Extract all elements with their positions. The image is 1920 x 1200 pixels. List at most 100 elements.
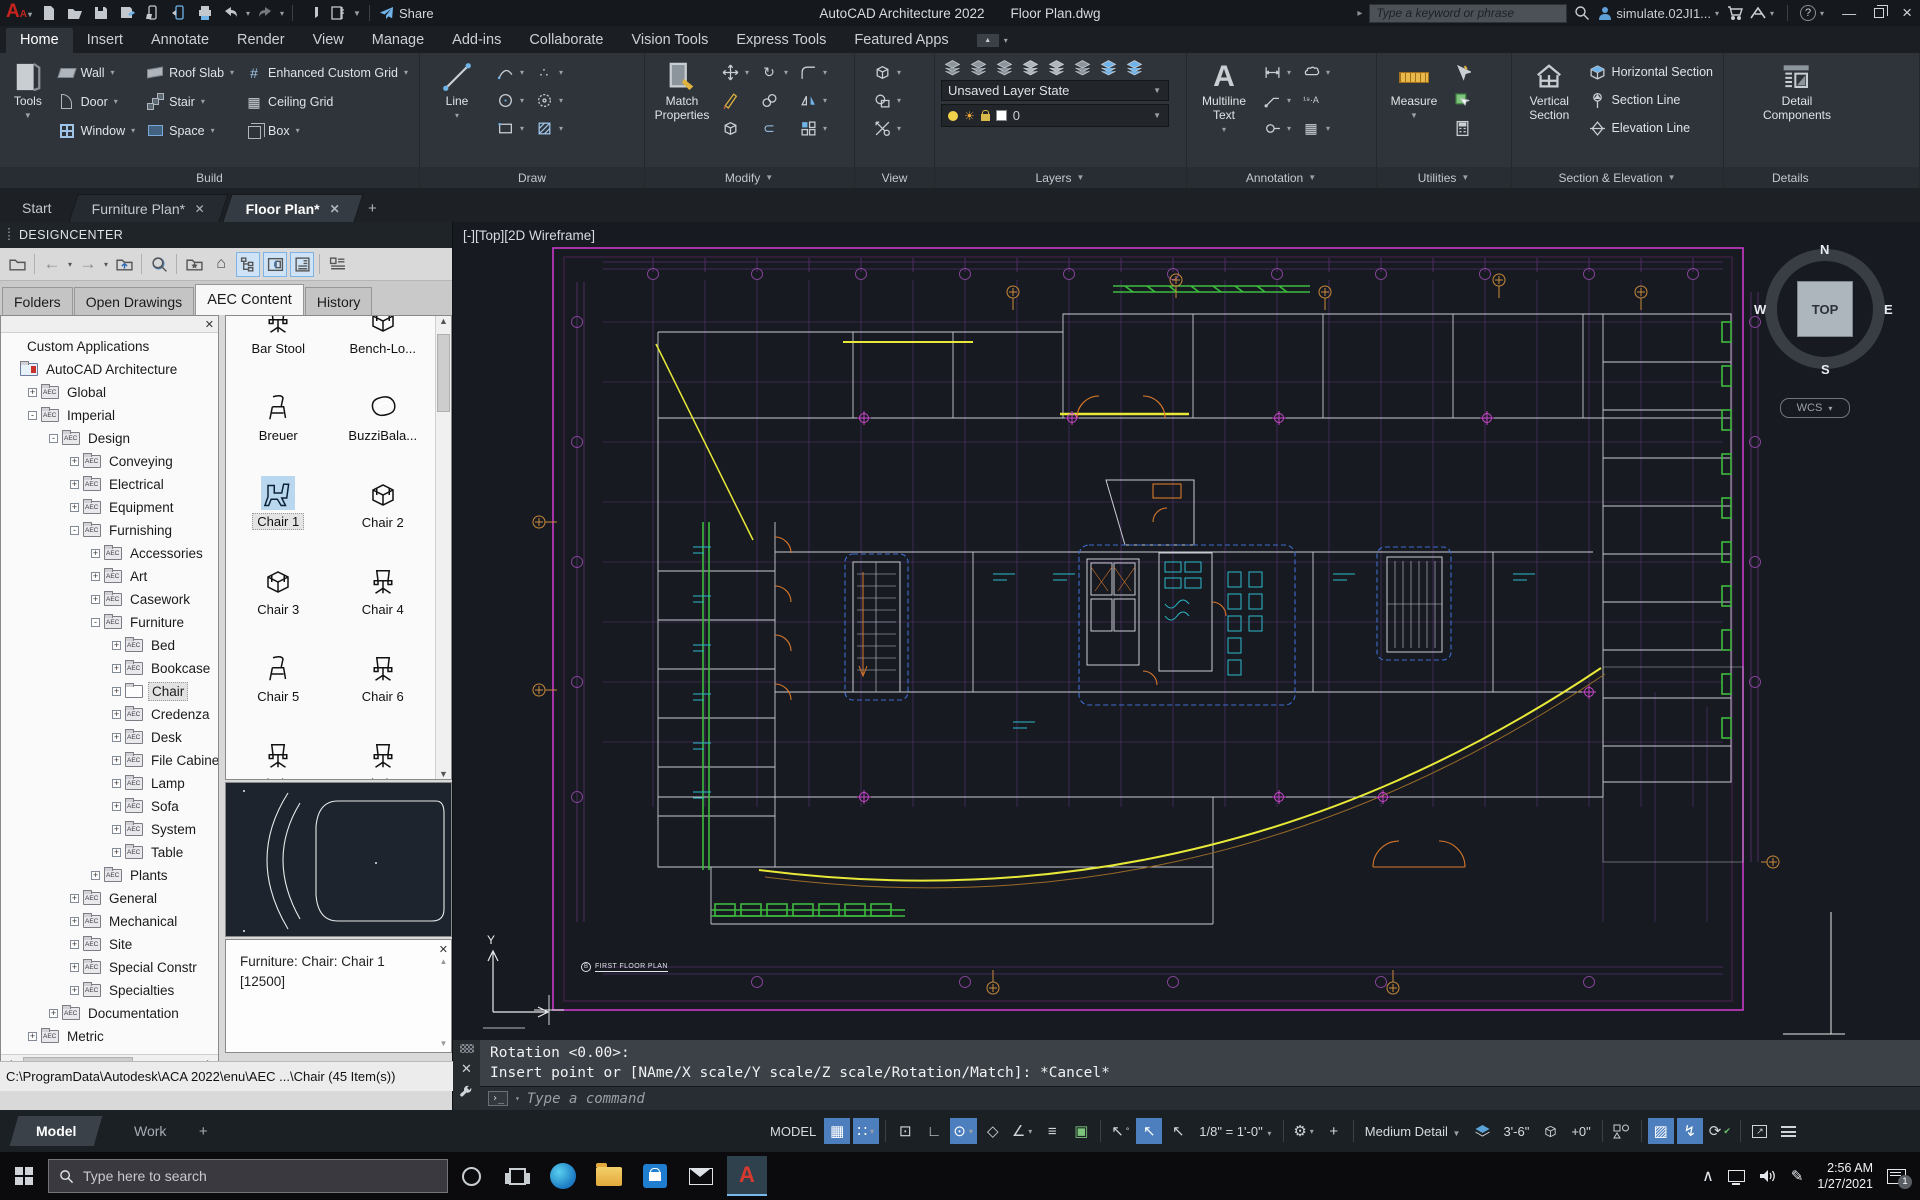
annotation-scale-button[interactable]: 1/8" = 1'-0" ▾: [1194, 1124, 1277, 1139]
tree-item-special-constr[interactable]: +Special Constr: [1, 956, 218, 979]
array-button[interactable]: ▾: [795, 119, 832, 137]
new-layout-button[interactable]: +: [199, 1123, 208, 1140]
content-item-breuer[interactable]: Breuer: [226, 360, 331, 447]
named-views-button[interactable]: ▾: [869, 119, 906, 137]
tree-item-casework[interactable]: +Casework: [1, 588, 218, 611]
tree-item-chair[interactable]: +Chair: [1, 680, 218, 703]
back-dropdown[interactable]: ▾: [67, 260, 73, 269]
customization-gear-button[interactable]: ⚙▾: [1290, 1118, 1317, 1144]
clean-screen-button[interactable]: ↗: [1747, 1118, 1773, 1144]
tree-expander-icon[interactable]: +: [91, 549, 100, 558]
detail-components-button[interactable]: Detail Components: [1752, 58, 1842, 123]
panel-label-layers[interactable]: Layers▼: [935, 167, 1186, 188]
cortana-button[interactable]: [448, 1152, 494, 1200]
osnap-toggle[interactable]: ↖: [1136, 1118, 1162, 1144]
tree-expander-icon[interactable]: +: [112, 710, 121, 719]
polar-tracking-toggle[interactable]: ⊙▾: [950, 1118, 977, 1144]
layer-color-swatch[interactable]: [996, 110, 1007, 121]
revision-cloud-button[interactable]: ▾: [1298, 63, 1335, 81]
isodraft-toggle[interactable]: ◇: [980, 1118, 1006, 1144]
undo-dropdown[interactable]: ▾: [245, 9, 251, 18]
tree-item-accessories[interactable]: +Accessories: [1, 542, 218, 565]
tab-annotate[interactable]: Annotate: [137, 28, 223, 53]
status-customization-menu[interactable]: [1776, 1118, 1802, 1144]
arc-button[interactable]: ▾: [492, 63, 529, 81]
hatch-button[interactable]: ▾: [531, 119, 568, 137]
close-floor-plan-icon[interactable]: ✕: [330, 202, 340, 216]
content-item-chair-1[interactable]: Chair 1: [226, 447, 331, 534]
content-vertical-scrollbar[interactable]: ▲▼: [435, 316, 451, 779]
action-center-icon[interactable]: 1: [1887, 1169, 1906, 1184]
tree-item-furnishing[interactable]: -Furnishing: [1, 519, 218, 542]
open-file-button[interactable]: [63, 2, 87, 24]
measure-button[interactable]: Measure▼: [1383, 58, 1445, 120]
close-button[interactable]: ×: [1902, 3, 1912, 23]
ribbon-collapse-dropdown[interactable]: ▾: [1003, 36, 1009, 45]
tree-item-file-cabinet[interactable]: +File Cabinet: [1, 749, 218, 772]
section-line-button[interactable]: Section Line: [1585, 91, 1717, 109]
tab-render[interactable]: Render: [223, 28, 299, 53]
tree-expander-icon[interactable]: -: [70, 526, 79, 535]
tray-expand-chevron[interactable]: ∧: [1702, 1166, 1714, 1186]
tab-furniture-plan[interactable]: Furniture Plan*✕: [68, 194, 229, 222]
tree-expander-icon[interactable]: -: [49, 434, 58, 443]
tree-item-bed[interactable]: +Bed: [1, 634, 218, 657]
user-account-button[interactable]: simulate.02JI1...▾: [1597, 5, 1720, 21]
panel-label-annotation[interactable]: Annotation▼: [1187, 167, 1376, 188]
table-button[interactable]: ▦▾: [1298, 119, 1335, 137]
tab-home[interactable]: Home: [6, 28, 73, 53]
tree-item-custom-applications[interactable]: +Custom Applications: [1, 335, 218, 358]
restore-button[interactable]: [1874, 8, 1884, 18]
qat-customize-dropdown[interactable]: ▼: [352, 9, 362, 18]
line-button[interactable]: Line▾: [426, 58, 488, 120]
description-scrollbar[interactable]: ▲▼: [437, 956, 450, 1050]
tree-expander-icon[interactable]: +: [70, 894, 79, 903]
tab-aec-content[interactable]: AEC Content: [195, 284, 304, 315]
space-button[interactable]: Space▾: [142, 122, 239, 140]
elevation-cube-icon[interactable]: [1537, 1118, 1563, 1144]
tools-button[interactable]: Tools▼: [6, 58, 50, 120]
erase-button[interactable]: [717, 91, 754, 109]
panel-label-utilities[interactable]: Utilities▼: [1377, 167, 1511, 188]
point-button[interactable]: ∴▾: [531, 63, 568, 81]
tree-expander-icon[interactable]: +: [112, 848, 121, 857]
snap-toggle[interactable]: ∷▾: [853, 1118, 879, 1144]
help-button[interactable]: ?▾: [1800, 5, 1825, 21]
tree-item-global[interactable]: +Global: [1, 381, 218, 404]
tree-item-desk[interactable]: +Desk: [1, 726, 218, 749]
view-cube-button[interactable]: ▾: [869, 63, 906, 81]
annotation-visibility-button[interactable]: +: [1321, 1118, 1347, 1144]
tree-item-documentation[interactable]: +Documentation: [1, 1002, 218, 1025]
tree-expander-icon[interactable]: +: [70, 963, 79, 972]
autocad-taskbar-icon[interactable]: A: [724, 1152, 770, 1200]
ribbon-collapse-button[interactable]: ▲: [977, 34, 999, 47]
cut-plane-icon[interactable]: [1469, 1118, 1495, 1144]
multiline-text-button[interactable]: A Multiline Text▾: [1193, 58, 1255, 134]
layer-properties-button[interactable]: [941, 57, 963, 77]
infer-constraints-toggle[interactable]: ⊡: [892, 1118, 918, 1144]
panel-label-build[interactable]: Build: [0, 167, 419, 188]
favorites-button[interactable]: [182, 252, 206, 277]
rectangle-button[interactable]: ▾: [492, 119, 529, 137]
customize-wrench-icon[interactable]: [459, 1085, 474, 1100]
model-space-toggle[interactable]: MODEL: [765, 1124, 821, 1139]
enhanced-custom-grid-button[interactable]: #Enhanced Custom Grid▾: [241, 64, 413, 82]
layer-unisolate-button[interactable]: [1097, 57, 1119, 77]
search-icon[interactable]: [1574, 5, 1590, 21]
door-button[interactable]: Door▾: [54, 93, 140, 111]
window-button[interactable]: Window▾: [54, 122, 140, 140]
cut-height-value[interactable]: 3'-6": [1498, 1124, 1534, 1139]
close-furniture-plan-icon[interactable]: ✕: [195, 202, 205, 216]
tab-featured-apps[interactable]: Featured Apps: [840, 28, 962, 53]
fillet-button[interactable]: ▾: [795, 63, 832, 81]
file-explorer-icon[interactable]: [586, 1152, 632, 1200]
tree-item-table[interactable]: +Table: [1, 841, 218, 864]
help-search-input[interactable]: [1369, 4, 1567, 23]
panel-label-view[interactable]: View: [855, 167, 934, 188]
taskbar-search-input[interactable]: [83, 1168, 403, 1184]
taskbar-clock[interactable]: 2:56 AM 1/27/2021: [1817, 1160, 1873, 1193]
tree-item-general[interactable]: +General: [1, 887, 218, 910]
layer-match-button[interactable]: [967, 57, 989, 77]
layer-walk-button[interactable]: [1123, 57, 1145, 77]
tree-item-system[interactable]: +System: [1, 818, 218, 841]
